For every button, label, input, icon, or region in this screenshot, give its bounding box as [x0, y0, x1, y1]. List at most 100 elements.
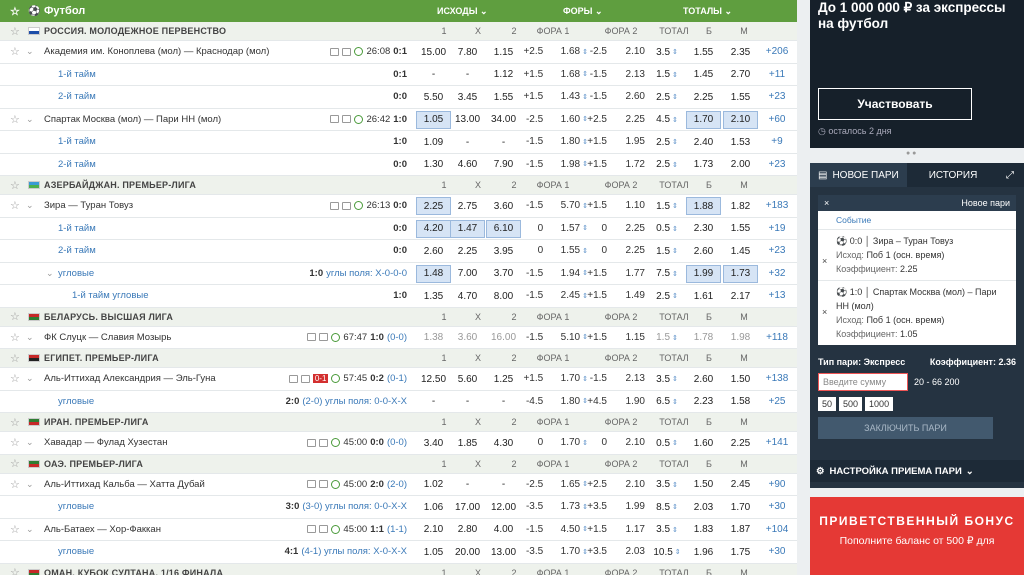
more-markets-count[interactable]: +25: [760, 391, 794, 413]
under-odd-cell[interactable]: 1.73: [723, 264, 758, 283]
more-markets-count[interactable]: +141: [760, 432, 794, 454]
stats-icon[interactable]: [330, 47, 340, 56]
fora1-cell[interactable]: -1.5 4.50 ⇕: [518, 519, 588, 541]
league-header[interactable]: ☆ ИРАН. ПРЕМЬЕР-ЛИГА 1 X 2 ФОРА 1 ФОРА 2 ТОТАЛ Б…: [0, 413, 797, 432]
fora2-cell[interactable]: +3.5 1.99: [581, 496, 651, 518]
sub-market-row[interactable]: 2-й тайм 0:0 2.60 2.25 3.95 0 1.55 ⇕ 0 2.25 1.5 ⇕ 2.…: [0, 240, 797, 263]
more-markets-count[interactable]: +138: [760, 368, 794, 390]
fora2-cell[interactable]: +1.5 1.10: [581, 195, 651, 217]
league-header[interactable]: ☆ БЕЛАРУСЬ. ВЫСШАЯ ЛИГА 1 X 2 ФОРА 1 ФОРА 2 ТОТ…: [0, 307, 797, 327]
field-icon[interactable]: [319, 333, 329, 342]
under-odd-cell[interactable]: 1.55: [723, 220, 758, 238]
over-odd-cell[interactable]: 1.99: [686, 264, 721, 283]
sub-market-label[interactable]: 2-й тайм: [58, 86, 96, 108]
more-markets-count[interactable]: +60: [760, 109, 794, 131]
match-name[interactable]: Аль-Иттихад Кальба — Хатта Дубай: [44, 474, 205, 496]
sub-market-label[interactable]: угловые: [58, 263, 94, 285]
odd-cell[interactable]: 1.09: [416, 133, 451, 151]
odd-cell[interactable]: 1.85: [450, 434, 485, 452]
odd-cell[interactable]: 15.00: [416, 43, 451, 61]
fora1-cell[interactable]: +1.5 1.43 ⇕: [518, 86, 588, 108]
odd-cell[interactable]: 1.05: [416, 543, 451, 561]
field-icon[interactable]: [319, 480, 329, 489]
welcome-bonus-banner[interactable]: ПРИВЕТСТВЕННЫЙ БОНУС Пополните баланс от…: [810, 497, 1024, 575]
total-cell[interactable]: 7.5 ⇕: [647, 265, 687, 283]
odd-cell[interactable]: 2.10: [416, 521, 451, 539]
odd-cell[interactable]: -: [416, 66, 451, 84]
star-icon[interactable]: ☆: [10, 308, 20, 326]
under-odd-cell[interactable]: 1.98: [723, 329, 758, 347]
odd-cell[interactable]: 12.00: [486, 498, 521, 516]
fora1-cell[interactable]: -3.5 1.73 ⇕: [518, 496, 588, 518]
odd-cell[interactable]: 1.38: [416, 329, 451, 347]
fora1-cell[interactable]: -1.5 2.45 ⇕: [518, 285, 588, 307]
odd-cell[interactable]: -: [450, 133, 485, 151]
stats-icon[interactable]: [307, 525, 317, 534]
field-icon[interactable]: [342, 115, 352, 124]
remove-bet-icon[interactable]: ×: [822, 254, 827, 268]
odd-cell[interactable]: 3.45: [450, 88, 485, 106]
star-icon[interactable]: ☆: [10, 368, 20, 390]
odd-cell[interactable]: 17.00: [450, 498, 485, 516]
stats-icon[interactable]: [307, 480, 317, 489]
odd-cell[interactable]: 6.10: [486, 219, 521, 238]
more-markets-count[interactable]: +90: [760, 474, 794, 496]
sub-market-label[interactable]: угловые: [58, 541, 94, 563]
sub-market-row[interactable]: угловые 4:1 (4-1) углы поля: Х-0-Х-Х 1.05 20…: [0, 541, 797, 564]
league-header[interactable]: ☆ АЗЕРБАЙДЖАН. ПРЕМЬЕР-ЛИГА 1 X 2 ФОРА 1 ФОРА …: [0, 176, 797, 195]
match-row[interactable]: ☆ ⌄ Хавадар — Фулад Хузестан 45:00 0:0 (0-0) 3…: [0, 432, 797, 455]
fora1-cell[interactable]: -4.5 1.80 ⇕: [518, 391, 588, 413]
sub-market-row[interactable]: 1-й тайм 1:0 1.09- - -1.5 1.80 ⇕ +1.5 1.95 2.5 ⇕ 2.…: [0, 131, 797, 154]
sub-market-row[interactable]: ⌄ угловые 1:0 углы поля: Х-0-0-0 1.48 7.00 3.7…: [0, 262, 797, 285]
fora1-cell[interactable]: -1.5 1.94 ⇕: [518, 263, 588, 285]
chevron-down-icon[interactable]: ⌄: [26, 109, 34, 131]
total-cell[interactable]: 3.5 ⇕: [647, 521, 687, 539]
odd-cell[interactable]: 1.35: [416, 287, 451, 305]
under-odd-cell[interactable]: 1.45: [723, 242, 758, 260]
total-cell[interactable]: 6.5 ⇕: [647, 393, 687, 411]
fora2-cell[interactable]: 0 2.25: [581, 218, 651, 240]
fora2-cell[interactable]: +2.5 2.10: [581, 474, 651, 496]
over-odd-cell[interactable]: 1.60: [686, 434, 721, 452]
carousel-dots[interactable]: ● ●: [906, 150, 916, 157]
outcomes-column-toggle[interactable]: ИСХОДЫ ⌄: [437, 6, 488, 17]
odd-cell[interactable]: 5.60: [450, 370, 485, 388]
under-odd-cell[interactable]: 2.00: [723, 156, 758, 174]
fora2-cell[interactable]: 0 2.10: [581, 432, 651, 454]
odd-cell[interactable]: 20.00: [450, 543, 485, 561]
fora1-cell[interactable]: -1.5 1.80 ⇕: [518, 131, 588, 153]
match-name[interactable]: Хавадар — Фулад Хузестан: [44, 432, 167, 454]
odd-cell[interactable]: 2.25: [416, 197, 451, 215]
under-odd-cell[interactable]: 2.10: [723, 110, 758, 129]
under-odd-cell[interactable]: 2.25: [723, 434, 758, 452]
stats-icon[interactable]: [307, 333, 317, 342]
quick-amount-1000[interactable]: 1000: [865, 397, 894, 411]
over-odd-cell[interactable]: 1.45: [686, 66, 721, 84]
league-header[interactable]: ☆ ОМАН. КУБОК СУЛТАНА. 1/16 ФИНАЛА 1 X 2 ФОРА…: [0, 563, 797, 575]
over-odd-cell[interactable]: 1.83: [686, 521, 721, 539]
fora2-cell[interactable]: +1.5 1.77: [581, 263, 651, 285]
fora1-cell[interactable]: +1.5 1.70 ⇕: [518, 368, 588, 390]
total-cell[interactable]: 2.5 ⇕: [647, 133, 687, 151]
over-odd-cell[interactable]: 1.70: [686, 110, 721, 129]
match-row[interactable]: ☆ ⌄ Спартак Москва (мол) — Пари НН (мол) 26…: [0, 108, 797, 131]
field-icon[interactable]: [342, 201, 352, 210]
star-icon[interactable]: ☆: [10, 474, 20, 496]
more-markets-count[interactable]: +30: [760, 496, 794, 518]
odd-cell[interactable]: 1.48: [416, 264, 451, 283]
over-odd-cell[interactable]: 2.60: [686, 370, 721, 388]
star-icon[interactable]: ☆: [10, 519, 20, 541]
chevron-down-icon[interactable]: ⌄: [26, 195, 34, 217]
quick-amount-50[interactable]: 50: [818, 397, 837, 411]
sub-market-label[interactable]: 2-й тайм: [58, 240, 96, 262]
fora1-cell[interactable]: +2.5 1.68 ⇕: [518, 41, 588, 63]
odd-cell[interactable]: 5.50: [416, 88, 451, 106]
sub-market-label[interactable]: угловые: [58, 391, 94, 413]
fora1-cell[interactable]: +1.5 1.68 ⇕: [518, 64, 588, 86]
fora2-cell[interactable]: +2.5 2.25: [581, 109, 651, 131]
fora1-cell[interactable]: 0 1.57 ⇕: [518, 218, 588, 240]
fora1-cell[interactable]: -2.5 1.60 ⇕: [518, 109, 588, 131]
over-odd-cell[interactable]: 2.30: [686, 220, 721, 238]
under-odd-cell[interactable]: 1.55: [723, 88, 758, 106]
under-odd-cell[interactable]: 1.82: [723, 197, 758, 215]
